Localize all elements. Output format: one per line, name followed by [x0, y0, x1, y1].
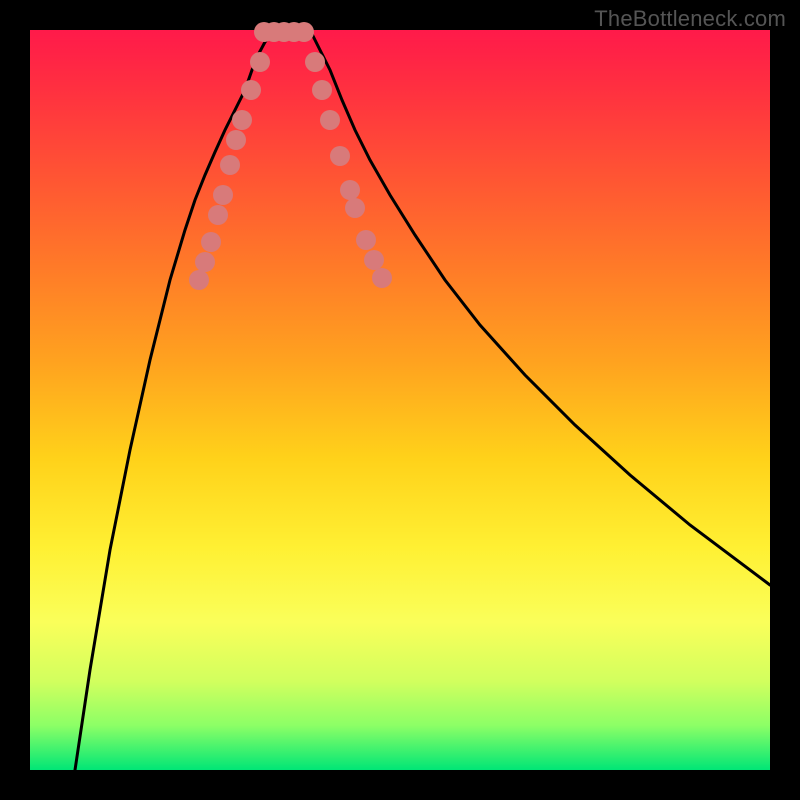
- marker-dot: [320, 110, 340, 130]
- marker-dot: [201, 232, 221, 252]
- marker-dot: [305, 52, 325, 72]
- marker-dot: [312, 80, 332, 100]
- marker-dot: [195, 252, 215, 272]
- marker-dot: [340, 180, 360, 200]
- series-right-curve: [310, 30, 770, 585]
- marker-dot: [372, 268, 392, 288]
- marker-dot: [189, 270, 209, 290]
- curve-paths: [75, 30, 770, 770]
- marker-dot: [250, 52, 270, 72]
- marker-dot: [345, 198, 365, 218]
- marker-dots: [189, 22, 392, 290]
- chart-svg: [30, 30, 770, 770]
- marker-dot: [226, 130, 246, 150]
- marker-dot: [241, 80, 261, 100]
- marker-dot: [232, 110, 252, 130]
- marker-dot: [208, 205, 228, 225]
- watermark-text: TheBottleneck.com: [594, 6, 786, 32]
- marker-dot: [330, 146, 350, 166]
- marker-dot: [356, 230, 376, 250]
- marker-dot: [220, 155, 240, 175]
- marker-dot: [294, 22, 314, 42]
- marker-dot: [364, 250, 384, 270]
- marker-dot: [213, 185, 233, 205]
- chart-container: TheBottleneck.com: [0, 0, 800, 800]
